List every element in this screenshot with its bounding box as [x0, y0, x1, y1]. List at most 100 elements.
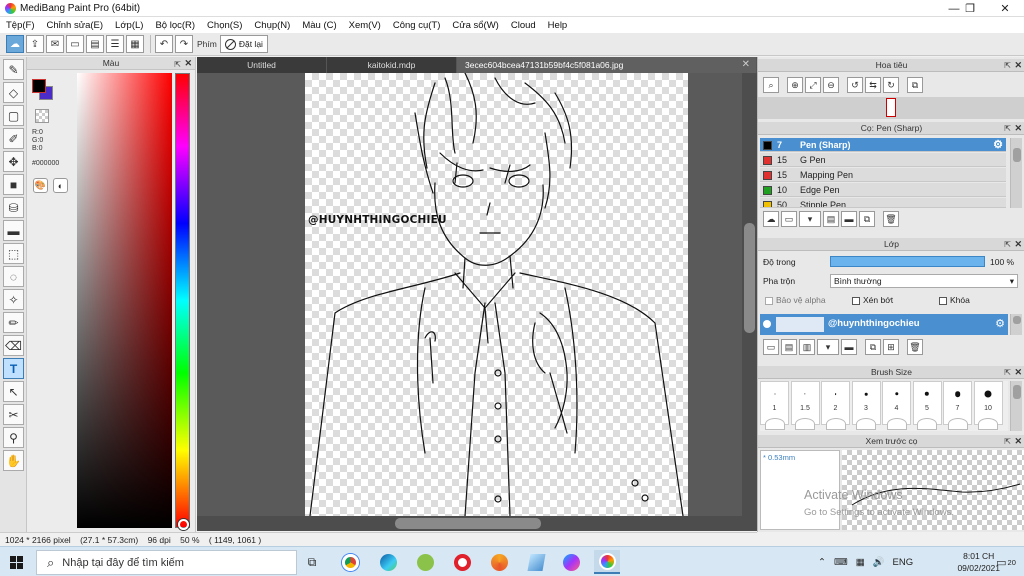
network-icon[interactable]: ▦: [856, 557, 865, 568]
close-panel-icon[interactable]: ✕: [1014, 435, 1022, 448]
horizontal-scroll-thumb[interactable]: [395, 518, 541, 529]
delete-icon[interactable]: 🗑: [883, 211, 899, 227]
tab-untitled[interactable]: Untitled: [197, 57, 327, 73]
gradient-tool-icon[interactable]: ▬: [3, 220, 24, 241]
move-tool-icon[interactable]: ✥: [3, 151, 24, 172]
scroll-thumb[interactable]: [1013, 316, 1021, 324]
menu-color[interactable]: Màu (C): [302, 20, 336, 31]
canvas-paper[interactable]: @HUYNHTHINGOCHIEU: [305, 73, 688, 516]
close-panel-icon[interactable]: ✕: [1014, 238, 1022, 251]
gear-icon[interactable]: ⚙: [995, 317, 1005, 330]
browser-icon[interactable]: [486, 550, 512, 574]
brush-size-option[interactable]: 10: [973, 381, 1003, 430]
menu-help[interactable]: Help: [548, 20, 568, 31]
brush-size-scrollbar[interactable]: [1010, 381, 1022, 431]
select-eraser-tool-icon[interactable]: ⌫: [3, 335, 24, 356]
keyboard-icon[interactable]: ⌨: [834, 557, 848, 568]
operation-tool-icon[interactable]: ↖: [3, 381, 24, 402]
volume-icon[interactable]: 🔊: [873, 557, 885, 568]
brush-properties-icon[interactable]: ▤: [823, 211, 839, 227]
magic-wand-tool-icon[interactable]: ✧: [3, 289, 24, 310]
lock-checkbox[interactable]: Khóa: [939, 295, 970, 305]
fill-rect-tool-icon[interactable]: ■: [3, 174, 24, 195]
protect-alpha-checkbox[interactable]: Bảo vệ alpha: [765, 295, 826, 305]
redo-icon[interactable]: ↷: [175, 35, 193, 53]
brush-size-option[interactable]: 2: [821, 381, 850, 430]
page-icon[interactable]: ▤: [86, 35, 104, 53]
hue-slider-handle[interactable]: [178, 519, 189, 530]
cloud-brush-icon[interactable]: ☁: [763, 211, 779, 227]
navigator-preview[interactable]: [758, 97, 1024, 119]
notification-center[interactable]: ▭ 20: [995, 554, 1017, 570]
new-layer-1bit-icon[interactable]: ▥: [799, 339, 815, 355]
notebook-icon[interactable]: [523, 550, 549, 574]
popout-icon[interactable]: ⇱: [1004, 59, 1011, 72]
task-view-icon[interactable]: ⧉: [299, 550, 325, 574]
rotate-left-icon[interactable]: ↺: [847, 77, 863, 93]
pen-tool-icon[interactable]: ✐: [3, 128, 24, 149]
opera-icon[interactable]: [449, 550, 475, 574]
edge-icon[interactable]: [375, 550, 401, 574]
layer-item[interactable]: @huynhthingochieu ⚙: [760, 314, 1008, 335]
brush-tool-icon[interactable]: ✎: [3, 59, 24, 80]
text-tool-icon[interactable]: T: [3, 358, 24, 379]
close-panel-icon[interactable]: ✕: [1014, 122, 1022, 135]
rotate-right-icon[interactable]: ↻: [883, 77, 899, 93]
popout-icon[interactable]: ⇱: [1004, 435, 1011, 448]
list-icon[interactable]: ☰: [106, 35, 124, 53]
zoom-out-icon[interactable]: ⊖: [823, 77, 839, 93]
brush-list-scrollbar[interactable]: [1010, 138, 1022, 208]
cloud-icon[interactable]: ☁: [6, 35, 24, 53]
share-icon[interactable]: ⇪: [26, 35, 44, 53]
taskbar-clock[interactable]: 8:01 CH 09/02/2021: [957, 550, 1000, 574]
canvas-area[interactable]: @HUYNHTHINGOCHIEU: [197, 73, 742, 516]
foreground-color-swatch[interactable]: [32, 79, 46, 93]
language-indicator[interactable]: ENG: [893, 557, 914, 568]
popout-icon[interactable]: ⇱: [1004, 122, 1011, 135]
menu-file[interactable]: Tệp(F): [6, 20, 35, 31]
hue-slider[interactable]: [175, 73, 190, 528]
menu-layer[interactable]: Lớp(L): [115, 20, 143, 31]
blend-mode-select[interactable]: Bình thường ▾: [830, 274, 1018, 288]
medibang-taskbar-icon[interactable]: [594, 550, 620, 574]
grid-icon[interactable]: ▦: [126, 35, 144, 53]
fit-window-icon[interactable]: ⤢: [805, 77, 821, 93]
layer-list-scrollbar[interactable]: [1010, 314, 1022, 335]
close-panel-icon[interactable]: ✕: [1014, 366, 1022, 379]
brush-item-pen-sharp[interactable]: 7 Pen (Sharp) ⚙: [760, 138, 1006, 152]
menu-edit[interactable]: Chỉnh sửa(E): [47, 20, 104, 31]
visibility-icon[interactable]: [763, 320, 771, 328]
undo-icon[interactable]: ↶: [155, 35, 173, 53]
duplicate-icon[interactable]: ⧉: [859, 211, 875, 227]
zoom-fit-icon[interactable]: ⌕: [763, 77, 779, 93]
menu-select[interactable]: Chọn(S): [207, 20, 242, 31]
reset-view-icon[interactable]: ⧉: [907, 77, 923, 93]
chrome-icon[interactable]: [337, 550, 363, 574]
brush-item-g-pen[interactable]: 15 G Pen: [760, 153, 1006, 167]
gear-icon[interactable]: ⚙: [993, 138, 1003, 152]
zoom-in-icon[interactable]: ⊕: [787, 77, 803, 93]
maximize-button[interactable]: ❐: [953, 0, 987, 17]
add-layer-menu-icon[interactable]: ▾: [817, 339, 839, 355]
brush-item-mapping-pen[interactable]: 15 Mapping Pen: [760, 168, 1006, 182]
taskbar-search-box[interactable]: ⌕ Nhập tại đây để tìm kiếm: [36, 550, 297, 575]
scroll-thumb[interactable]: [1013, 385, 1021, 399]
duplicate-layer-icon[interactable]: ⧉: [865, 339, 881, 355]
color-settings-icon[interactable]: ◐: [53, 178, 68, 193]
brush-size-option[interactable]: 3: [851, 381, 881, 430]
brush-size-option[interactable]: 1: [760, 381, 789, 430]
vertical-scroll-thumb[interactable]: [744, 223, 755, 333]
layer-folder-icon[interactable]: ▬: [841, 339, 857, 355]
saturation-value-picker[interactable]: [77, 73, 172, 528]
navigator-viewport[interactable]: [886, 98, 896, 117]
brush-size-option[interactable]: 7: [943, 381, 972, 430]
coccoc-icon[interactable]: [412, 550, 438, 574]
popout-icon[interactable]: ⇱: [1004, 366, 1011, 379]
select-tool-icon[interactable]: ⬚: [3, 243, 24, 264]
palette-icon[interactable]: 🎨: [33, 178, 48, 193]
menu-tools[interactable]: Công cụ(T): [393, 20, 441, 31]
messenger-icon[interactable]: [558, 550, 584, 574]
eyedropper-tool-icon[interactable]: ⚲: [3, 427, 24, 448]
rectangle-tool-icon[interactable]: ▢: [3, 105, 24, 126]
close-panel-icon[interactable]: ✕: [184, 57, 192, 70]
